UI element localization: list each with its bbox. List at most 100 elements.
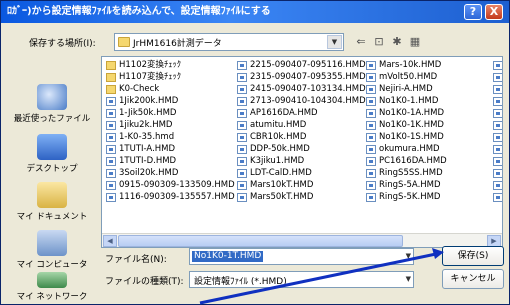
window-title: ﾛｶﾞｰ)から設定情報ﾌｧｲﾙを読み込んで、設定情報ﾌｧｲﾙにする	[7, 6, 271, 17]
file-item[interactable]: PC1616DA.HMD	[365, 155, 447, 167]
file-item[interactable]: No1K0-1K.HMD	[365, 119, 447, 131]
file-item[interactable]: Mars50kT.HMD	[236, 191, 366, 203]
file-item[interactable]: 1-Jik50k.HMD	[105, 107, 235, 119]
folder-icon	[106, 73, 116, 82]
file-item[interactable]: 1116-090309-135557.HMD	[105, 191, 235, 203]
file-item[interactable]: Nejiri-A.HMD	[365, 83, 447, 95]
file-item[interactable]: 1Jik200k.HMD	[105, 95, 235, 107]
place-recent[interactable]: 最近使ったファイル	[7, 84, 97, 124]
item-name: 1jiku2k.HMD	[119, 120, 173, 130]
file-icon	[493, 145, 502, 154]
filename-input[interactable]: No1K0-1T.HMD ▼	[189, 248, 414, 265]
file-item[interactable]: LDT-CalD.HMD	[236, 167, 366, 179]
file-item-partial[interactable]	[492, 179, 502, 191]
recent-icon	[37, 84, 67, 110]
file-item[interactable]: okumura.HMD	[365, 143, 447, 155]
file-item[interactable]: Mars10kT.HMD	[236, 179, 366, 191]
scroll-left-icon[interactable]: ◀	[103, 235, 117, 247]
file-item[interactable]: 2315-090407-095355.HMD	[236, 71, 366, 83]
place-documents[interactable]: マイ ドキュメント	[7, 182, 97, 222]
up-folder-icon[interactable]: ⊡	[371, 34, 387, 50]
my-documents-icon	[37, 182, 67, 208]
scroll-thumb[interactable]	[118, 235, 403, 247]
file-item-partial[interactable]	[492, 191, 502, 203]
file-item[interactable]: Mars-10k.HMD	[365, 59, 447, 71]
item-name: K3jiku1.HMD	[250, 156, 305, 166]
file-item[interactable]: 1jiku2k.HMD	[105, 119, 235, 131]
item-name: Mars10kT.HMD	[250, 180, 314, 190]
item-name: 2713-090410-104304.HMD	[250, 96, 366, 106]
save-button[interactable]: 保存(S)	[442, 246, 504, 266]
item-name: RingS-5A.HMD	[379, 180, 441, 190]
chevron-down-icon[interactable]: ▼	[327, 35, 342, 49]
file-icon	[493, 85, 502, 94]
file-item-partial[interactable]	[492, 83, 502, 95]
place-computer[interactable]: マイ コンピュータ	[7, 230, 97, 270]
file-icon	[366, 193, 376, 202]
file-item[interactable]: DDP-50k.HMD	[236, 143, 366, 155]
place-desktop[interactable]: デスクトップ	[7, 134, 97, 174]
file-item[interactable]: RingS-5A.HMD	[365, 179, 447, 191]
file-icon	[493, 193, 502, 202]
file-item-partial[interactable]	[492, 107, 502, 119]
file-item[interactable]: 0915-090309-133509.HMD	[105, 179, 235, 191]
back-arrow-icon[interactable]: ⇐	[353, 34, 369, 50]
file-icon	[366, 157, 376, 166]
item-name: RingS-5K.HMD	[379, 192, 441, 202]
file-item-partial[interactable]	[492, 59, 502, 71]
file-icon	[237, 181, 247, 190]
folder-item[interactable]: H1102変換ﾁｪｯｸ	[105, 59, 235, 71]
file-item[interactable]: atumitu.HMD	[236, 119, 366, 131]
file-item[interactable]: No1K0-1A.HMD	[365, 107, 447, 119]
file-item-partial[interactable]	[492, 167, 502, 179]
file-icon	[106, 97, 116, 106]
file-item[interactable]: 2215-090407-095116.HMD	[236, 59, 366, 71]
place-network[interactable]: マイ ネットワーク	[7, 272, 97, 302]
file-item-partial[interactable]	[492, 71, 502, 83]
file-item[interactable]: mVolt50.HMD	[365, 71, 447, 83]
file-item[interactable]: 1TUTI-D.HMD	[105, 155, 235, 167]
file-item-partial[interactable]	[492, 95, 502, 107]
file-item[interactable]: CBR10k.HMD	[236, 131, 366, 143]
file-item[interactable]: No1K0-1.HMD	[365, 95, 447, 107]
places-bar: 最近使ったファイル デスクトップ マイ ドキュメント マイ コンピュータ マイ …	[7, 56, 97, 302]
file-icon	[366, 121, 376, 130]
file-item[interactable]: RingS-5K.HMD	[365, 191, 447, 203]
file-item-partial[interactable]	[492, 119, 502, 131]
file-item[interactable]: 1TUTI-A.HMD	[105, 143, 235, 155]
file-list[interactable]: H1102変換ﾁｪｯｸ H1107変換ﾁｪｯｸ K0-Check 1Jik200k.H…	[101, 56, 503, 248]
item-name: PC1616DA.HMD	[379, 156, 447, 166]
item-name: 1-K0-35.hmd	[119, 132, 175, 142]
location-combo[interactable]: JrHM1616計測データ ▼	[114, 33, 344, 51]
title-bar: ﾛｶﾞｰ)から設定情報ﾌｧｲﾙを読み込んで、設定情報ﾌｧｲﾙにする ? X	[1, 1, 509, 23]
folder-icon	[106, 61, 116, 70]
file-item-partial[interactable]	[492, 131, 502, 143]
file-item-partial[interactable]	[492, 143, 502, 155]
file-item-partial[interactable]	[492, 155, 502, 167]
file-icon	[366, 109, 376, 118]
file-item[interactable]: K3jiku1.HMD	[236, 155, 366, 167]
file-icon	[237, 85, 247, 94]
chevron-down-icon[interactable]: ▼	[406, 252, 411, 260]
new-folder-icon[interactable]: ✱	[389, 34, 405, 50]
file-item[interactable]: No1K0-1S.HMD	[365, 131, 447, 143]
item-name: 0915-090309-133509.HMD	[119, 180, 235, 190]
folder-item[interactable]: K0-Check	[105, 83, 235, 95]
help-button[interactable]: ?	[464, 4, 482, 20]
file-item[interactable]: 2415-090407-103134.HMD	[236, 83, 366, 95]
view-menu-icon[interactable]: ▦	[407, 34, 423, 50]
chevron-down-icon[interactable]: ▼	[406, 275, 411, 283]
close-button[interactable]: X	[485, 4, 503, 20]
file-item[interactable]: AP1616DA.HMD	[236, 107, 366, 119]
file-item[interactable]: 2713-090410-104304.HMD	[236, 95, 366, 107]
cancel-button[interactable]: キャンセル	[442, 269, 504, 289]
item-name: Mars-10k.HMD	[379, 60, 442, 70]
file-item[interactable]: RingS5SS.HMD	[365, 167, 447, 179]
item-name: RingS5SS.HMD	[379, 168, 443, 178]
place-documents-label: マイ ドキュメント	[16, 212, 88, 222]
file-item[interactable]: 3Soil20k.HMD	[105, 167, 235, 179]
folder-item[interactable]: H1107変換ﾁｪｯｸ	[105, 71, 235, 83]
horizontal-scrollbar[interactable]: ◀ ▶	[102, 233, 502, 247]
filetype-select[interactable]: 設定情報ﾌｧｲﾙ (*.HMD) ▼	[189, 271, 414, 288]
file-item[interactable]: 1-K0-35.hmd	[105, 131, 235, 143]
